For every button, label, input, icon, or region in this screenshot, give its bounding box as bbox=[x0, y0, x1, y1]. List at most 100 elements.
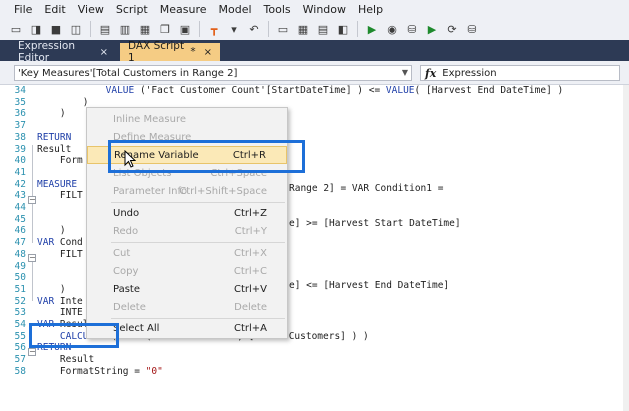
mouse-pointer-icon bbox=[124, 150, 136, 168]
menu-model[interactable]: Model bbox=[219, 3, 252, 16]
line-number: 36 bbox=[14, 108, 26, 120]
code-text: ) bbox=[37, 108, 66, 120]
menu-window[interactable]: Window bbox=[303, 3, 346, 16]
annotation-highlight-box bbox=[108, 140, 305, 173]
tab-expression-editor[interactable]: Expression Editor × bbox=[10, 40, 116, 64]
menu-separator bbox=[111, 242, 285, 243]
relationship-icon[interactable]: ┳ bbox=[206, 21, 222, 37]
menu-item-inline-measure[interactable]: Inline Measure bbox=[87, 110, 287, 128]
undo-icon[interactable]: ↶ bbox=[246, 21, 262, 37]
code-text: ) bbox=[37, 96, 89, 108]
menu-script[interactable]: Script bbox=[116, 3, 148, 16]
paste-icon[interactable]: ▣ bbox=[177, 21, 193, 37]
menu-item-delete[interactable]: Delete Delete bbox=[87, 298, 287, 316]
chevron-down-icon[interactable]: ▼ bbox=[402, 66, 408, 80]
database-icon[interactable]: ⛁ bbox=[404, 21, 420, 37]
fold-toggle-icon[interactable]: − bbox=[28, 254, 36, 262]
expression-bar: 'Key Measures'[Total Customers in Range … bbox=[0, 61, 629, 85]
script-icon[interactable]: ▤ bbox=[97, 21, 113, 37]
code-text: FormatString = "0" bbox=[37, 365, 163, 377]
chevron-down-icon[interactable]: ▾ bbox=[226, 21, 242, 37]
menu-edit[interactable]: Edit bbox=[44, 3, 65, 16]
property-selector[interactable]: fx Expression bbox=[420, 65, 620, 81]
new-icon[interactable]: ◨ bbox=[28, 21, 44, 37]
chart-icon[interactable]: ◧ bbox=[335, 21, 351, 37]
code-fragment: Range 2] = VAR Condition1 = bbox=[289, 183, 444, 194]
code-text: INTE bbox=[37, 307, 83, 319]
menu-item-paste[interactable]: Paste Ctrl+V bbox=[87, 280, 287, 298]
refresh-icon[interactable]: ⟳ bbox=[444, 21, 460, 37]
fold-toggle-icon[interactable]: − bbox=[28, 196, 36, 204]
line-number: 53 bbox=[14, 307, 26, 319]
line-number: 52 bbox=[14, 295, 26, 307]
line-number: 47 bbox=[14, 237, 26, 249]
line-number: 44 bbox=[14, 202, 26, 213]
save-all-icon[interactable]: ◫ bbox=[68, 21, 84, 37]
line-number: 35 bbox=[14, 96, 26, 108]
line-number: 45 bbox=[14, 213, 26, 225]
code-fragment: e] >= [Harvest Start DateTime] bbox=[289, 218, 461, 229]
line-number: 49 bbox=[14, 260, 26, 272]
menu-item-undo[interactable]: Undo Ctrl+Z bbox=[87, 204, 287, 222]
line-number: 39 bbox=[14, 143, 26, 155]
line-number: 56 bbox=[14, 342, 26, 354]
line-number: 46 bbox=[14, 225, 26, 237]
table-icon[interactable]: ▦ bbox=[295, 21, 311, 37]
save-icon[interactable]: ■ bbox=[48, 21, 64, 37]
line-number: 40 bbox=[14, 155, 26, 167]
menu-measure[interactable]: Measure bbox=[160, 3, 207, 16]
window-icon[interactable]: ▭ bbox=[275, 21, 291, 37]
copy-icon[interactable]: ❐ bbox=[157, 21, 173, 37]
modified-indicator: * bbox=[190, 46, 196, 58]
fold-guide bbox=[32, 203, 33, 243]
menu-tools[interactable]: Tools bbox=[264, 3, 291, 16]
code-text: ) bbox=[37, 283, 66, 295]
line-number: 58 bbox=[14, 365, 26, 377]
menubar: File Edit View Script Measure Model Tool… bbox=[0, 0, 629, 18]
object-selector[interactable]: 'Key Measures'[Total Customers in Range … bbox=[14, 65, 412, 81]
line-number: 55 bbox=[14, 330, 26, 342]
fold-toggle-icon[interactable]: − bbox=[28, 348, 36, 356]
code-text: ) bbox=[37, 225, 66, 237]
menu-item-copy[interactable]: Copy Ctrl+C bbox=[87, 262, 287, 280]
code-text: VAR Inte bbox=[37, 295, 83, 307]
fold-guide bbox=[32, 261, 33, 301]
code-text: FILT bbox=[37, 190, 83, 202]
toolbar-separator bbox=[199, 21, 200, 37]
table-icon[interactable]: ▦ bbox=[137, 21, 153, 37]
run-icon[interactable]: ▶ bbox=[364, 21, 380, 37]
vertical-scrollbar[interactable] bbox=[623, 85, 629, 411]
code-fragment: e] <= [Harvest End DateTime] bbox=[289, 280, 450, 291]
close-icon[interactable]: × bbox=[204, 47, 212, 58]
menu-item-parameter-info[interactable]: Parameter Info Ctrl+Shift+Space bbox=[87, 182, 287, 200]
open-icon[interactable]: ▭ bbox=[8, 21, 24, 37]
menu-file[interactable]: File bbox=[14, 3, 32, 16]
document-icon[interactable]: ▤ bbox=[315, 21, 331, 37]
line-number: 50 bbox=[14, 272, 26, 284]
line-number: 42 bbox=[14, 178, 26, 190]
line-number: 51 bbox=[14, 283, 26, 295]
line-number: 41 bbox=[14, 166, 26, 178]
tab-dax-script-1[interactable]: DAX Script 1 * × bbox=[120, 40, 220, 64]
line-number: 48 bbox=[14, 248, 26, 260]
close-icon[interactable]: × bbox=[100, 47, 108, 58]
camera-icon[interactable]: ◉ bbox=[384, 21, 400, 37]
code-text: Result bbox=[37, 354, 95, 366]
code-text: VALUE ('Fact Customer Count'[StartDateTi… bbox=[105, 85, 564, 96]
run-icon[interactable]: ▶ bbox=[424, 21, 440, 37]
line-number: 37 bbox=[14, 120, 26, 132]
line-number: 38 bbox=[14, 131, 26, 143]
code-text: FILT bbox=[37, 248, 83, 260]
database-icon[interactable]: ⛁ bbox=[464, 21, 480, 37]
menu-separator bbox=[111, 202, 285, 203]
document-icon[interactable]: ▥ bbox=[117, 21, 133, 37]
menu-view[interactable]: View bbox=[78, 3, 104, 16]
menu-item-cut[interactable]: Cut Ctrl+X bbox=[87, 244, 287, 262]
line-number: 54 bbox=[14, 319, 26, 330]
object-selector-value: 'Key Measures'[Total Customers in Range … bbox=[18, 67, 238, 79]
menu-item-redo[interactable]: Redo Ctrl+Y bbox=[87, 222, 287, 240]
document-tab-strip: Expression Editor × DAX Script 1 * × bbox=[0, 40, 629, 64]
code-text: RETURN bbox=[37, 131, 72, 143]
menu-help[interactable]: Help bbox=[358, 3, 383, 16]
code-text: VAR Cond bbox=[37, 237, 83, 249]
